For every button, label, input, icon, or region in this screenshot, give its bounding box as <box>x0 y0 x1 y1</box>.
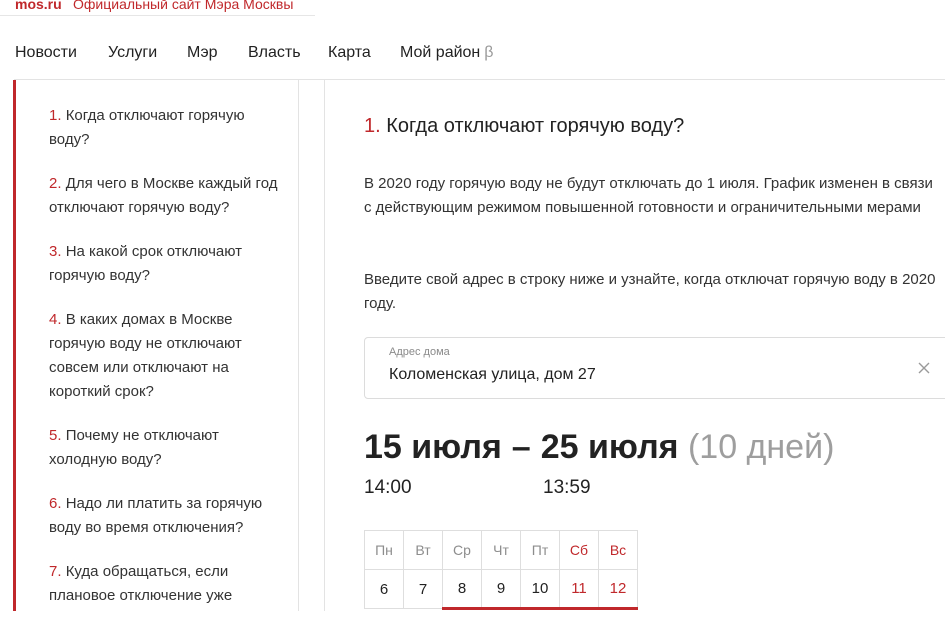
toc-item-6[interactable]: 6. Надо ли платить за горячую воду во вр… <box>49 492 289 540</box>
top-divider <box>0 15 315 16</box>
toc-number: 2. <box>49 175 62 192</box>
toc-number: 1. <box>49 107 62 124</box>
top-bar: mos.ru Официальный сайт Мэра Москвы <box>0 0 945 16</box>
period-end: 25 июля <box>540 428 679 466</box>
toc-text: В каких домах в Москве горячую воду не о… <box>49 311 242 400</box>
outage-calendar: Пн Вт Ср Чт Пт Сб Вс 6 7 8 9 10 11 12 <box>364 530 638 610</box>
main-nav: Новости Услуги Мэр Власть Карта Мой райо… <box>0 40 945 70</box>
toc-text: Надо ли платить за горячую воду во время… <box>49 495 263 536</box>
toc-item-2[interactable]: 2. Для чего в Москве каждый год отключаю… <box>49 172 289 220</box>
article-paragraph-2: Введите свой адрес в строку ниже и узнай… <box>364 271 936 312</box>
content-divider <box>324 80 325 611</box>
site-logo[interactable]: mos.ru <box>15 0 62 12</box>
outage-period: 15 июля –25 июля (10 дней) <box>364 428 834 467</box>
toc-text: Когда отключают горячую воду? <box>49 107 245 148</box>
toc-number: 3. <box>49 243 62 260</box>
toc-item-3[interactable]: 3. На какой срок отключают горячую воду? <box>49 240 289 288</box>
calendar-day[interactable]: 7 <box>403 569 443 609</box>
period-duration: (10 дней) <box>687 428 835 466</box>
toc-number: 5. <box>49 427 62 444</box>
calendar-day[interactable]: 6 <box>364 569 404 609</box>
article-number: 1. <box>364 115 381 137</box>
weekday-wed: Ср <box>442 530 482 570</box>
nav-map[interactable]: Карта <box>328 44 371 62</box>
nav-government[interactable]: Власть <box>248 44 301 62</box>
site-subtitle[interactable]: Официальный сайт Мэра Москвы <box>73 0 293 12</box>
toc-item-1[interactable]: 1. Когда отключают горячую воду? <box>49 104 289 152</box>
close-icon[interactable] <box>918 362 930 374</box>
calendar-weekday-row: Пн Вт Ср Чт Пт Сб Вс <box>364 530 638 570</box>
toc-text: Почему не отключают холодную воду? <box>49 427 219 468</box>
weekday-sat: Сб <box>559 530 599 570</box>
beta-badge: β <box>484 44 494 61</box>
toc-item-4[interactable]: 4. В каких домах в Москве горячую воду н… <box>49 308 289 404</box>
nav-mayor[interactable]: Мэр <box>187 44 218 62</box>
calendar-week-row: 6 7 8 9 10 11 12 <box>364 569 638 610</box>
calendar-day[interactable]: 9 <box>481 569 521 610</box>
article-title: 1. Когда отключают горячую воду? <box>364 115 684 138</box>
nav-news[interactable]: Новости <box>15 44 77 62</box>
address-field[interactable]: Адрес дома <box>364 337 945 399</box>
period-dash: – <box>511 428 531 466</box>
calendar-day[interactable]: 8 <box>442 569 482 610</box>
calendar-day[interactable]: 11 <box>559 569 599 610</box>
address-label: Адрес дома <box>389 346 450 358</box>
nav-my-district[interactable]: Мой район β <box>400 44 493 62</box>
table-of-contents: 1. Когда отключают горячую воду? 2. Для … <box>49 104 289 628</box>
nav-services[interactable]: Услуги <box>108 44 157 62</box>
weekday-thu: Чт <box>481 530 521 570</box>
toc-text: На какой срок отключают горячую воду? <box>49 243 243 284</box>
toc-item-7[interactable]: 7. Куда обращаться, если плановое отключ… <box>49 560 289 608</box>
nav-my-district-label: Мой район <box>400 44 481 61</box>
toc-number: 6. <box>49 495 62 512</box>
toc-text: Куда обращаться, если плановое отключени… <box>49 563 233 604</box>
weekday-tue: Вт <box>403 530 443 570</box>
calendar-day[interactable]: 10 <box>520 569 560 610</box>
article-title-text: Когда отключают горячую воду? <box>386 115 685 137</box>
toc-number: 7. <box>49 563 62 580</box>
article-paragraph-1: В 2020 году горячую воду не будут отключ… <box>364 175 933 216</box>
sidebar-divider <box>298 80 299 611</box>
toc-text: Для чего в Москве каждый год отключают г… <box>49 175 278 216</box>
period-start: 15 июля <box>364 428 502 466</box>
start-time: 14:00 <box>364 477 412 498</box>
end-time: 13:59 <box>543 477 591 498</box>
nav-divider <box>14 79 945 80</box>
weekday-mon: Пн <box>364 530 404 570</box>
sidebar-accent-bar <box>13 80 16 611</box>
address-input[interactable] <box>389 366 889 384</box>
calendar-day[interactable]: 12 <box>598 569 638 610</box>
toc-number: 4. <box>49 311 62 328</box>
weekday-fri: Пт <box>520 530 560 570</box>
weekday-sun: Вс <box>598 530 638 570</box>
toc-item-5[interactable]: 5. Почему не отключают холодную воду? <box>49 424 289 472</box>
